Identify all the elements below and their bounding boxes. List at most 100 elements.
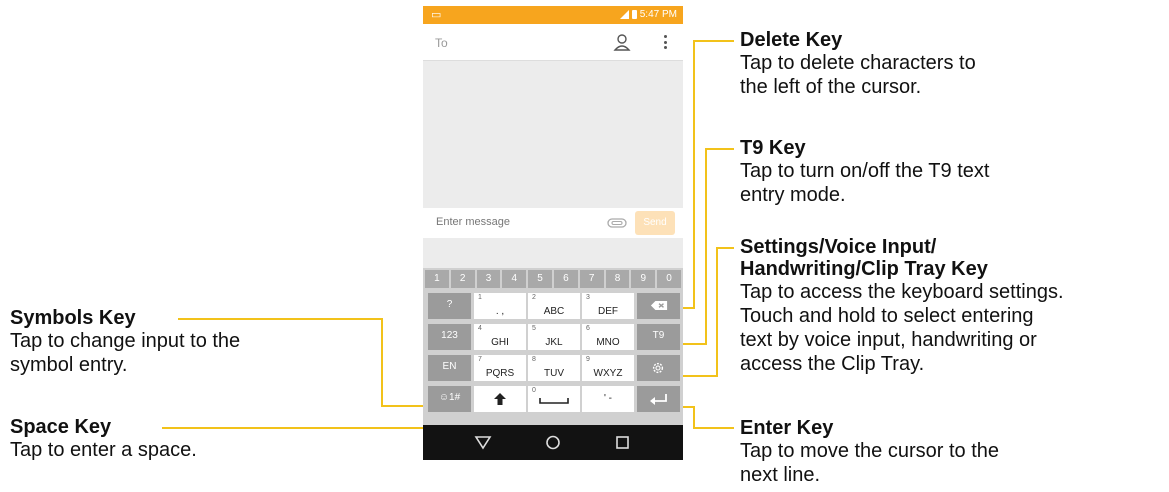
key-letters: GHI — [491, 337, 509, 348]
gear-icon — [652, 362, 664, 374]
callout-line-t9 — [706, 148, 734, 150]
key-9[interactable]: 9 WXYZ — [582, 355, 634, 381]
key-4[interactable]: 4 GHI — [474, 324, 526, 350]
key-label: ☺1# — [438, 392, 461, 403]
callout-enter-key: Enter Key Tap to move the cursor to the … — [740, 417, 999, 487]
callout-line-t9 — [705, 148, 707, 345]
key-label: EN — [442, 361, 457, 372]
key-letters: JKL — [545, 337, 563, 348]
message-input[interactable]: Enter message — [436, 216, 510, 228]
callout-line-symbols — [381, 318, 383, 406]
key-8[interactable]: 8 TUV — [528, 355, 580, 381]
number-key[interactable]: 4 — [502, 270, 527, 288]
status-bar: ▭ 5:47 PM — [423, 6, 683, 24]
number-key[interactable]: 6 — [553, 270, 578, 288]
back-icon[interactable] — [463, 425, 503, 460]
phone-screen: ▭ 5:47 PM To Enter message Send 1 2 3 4 … — [423, 6, 683, 460]
callout-description: Tap to turn on/off the T9 text entry mod… — [740, 160, 990, 206]
key-label: 123 — [441, 330, 458, 341]
number-row: 1 2 3 4 5 6 7 8 9 0 — [425, 270, 681, 288]
callout-title: Delete Key — [740, 29, 843, 51]
t9-key[interactable]: T9 — [637, 324, 680, 350]
number-key[interactable]: 9 — [631, 270, 656, 288]
shift-key[interactable] — [474, 386, 526, 412]
key-label: ' - — [603, 393, 613, 404]
number-key[interactable]: 0 — [657, 270, 681, 288]
settings-key[interactable] — [637, 355, 680, 381]
battery-icon — [631, 10, 637, 19]
more-options-icon[interactable] — [661, 33, 669, 51]
number-key[interactable]: 3 — [476, 270, 501, 288]
keyboard: 1 2 3 4 5 6 7 8 9 0 ? 1 . , 2 ABC 3 DEF 1… — [423, 268, 683, 425]
recent-apps-icon[interactable] — [603, 425, 643, 460]
recipient-bar: To — [423, 24, 683, 61]
language-key[interactable]: EN — [428, 355, 471, 381]
callout-line-settings — [716, 247, 718, 377]
key-letters: DEF — [598, 306, 618, 317]
callout-title: Enter Key — [740, 417, 834, 439]
key-3[interactable]: 3 DEF — [582, 293, 634, 319]
callout-line-delete — [693, 40, 695, 308]
callout-title: Space Key — [10, 416, 112, 438]
key-5[interactable]: 5 JKL — [528, 324, 580, 350]
callout-line-delete — [694, 40, 734, 42]
key-digit: 1 — [478, 294, 482, 301]
signal-icon — [619, 10, 629, 19]
key-letters: WXYZ — [593, 368, 623, 379]
key-digit: 0 — [532, 387, 536, 394]
key-letters: ABC — [543, 306, 565, 317]
callout-description: Tap to delete characters to the left of … — [740, 52, 976, 98]
key-letters: PQRS — [485, 368, 515, 379]
shift-arrow-icon — [494, 393, 506, 405]
number-key[interactable]: 7 — [579, 270, 604, 288]
recipient-field[interactable]: To — [435, 36, 448, 50]
attach-icon[interactable] — [607, 217, 627, 229]
question-key[interactable]: ? — [428, 293, 471, 319]
callout-description: Tap to move the cursor to the next line. — [740, 440, 1000, 486]
key-digit: 8 — [532, 356, 536, 363]
callout-title: Settings/Voice Input/ Handwriting/Clip T… — [740, 236, 988, 280]
callout-line-enter — [693, 406, 695, 428]
key-digit: 5 — [532, 325, 536, 332]
callout-line-settings — [717, 247, 734, 249]
key-digit: 3 — [586, 294, 590, 301]
symbols-key[interactable]: ☺1# — [428, 386, 471, 412]
key-digit: 7 — [478, 356, 482, 363]
message-thread-area — [423, 61, 683, 212]
callout-space-key: Space Key Tap to enter a space. — [10, 416, 197, 462]
spacer — [423, 238, 683, 268]
callout-description: Tap to change input to the symbol entry. — [10, 330, 241, 376]
key-7[interactable]: 7 PQRS — [474, 355, 526, 381]
number-mode-key[interactable]: 123 — [428, 324, 471, 350]
compose-bar: Enter message Send — [423, 208, 683, 238]
callout-title: T9 Key — [740, 137, 806, 159]
key-2[interactable]: 2 ABC — [528, 293, 580, 319]
key-letters: TUV — [544, 368, 564, 379]
number-key[interactable]: 8 — [605, 270, 630, 288]
status-time: 5:47 PM — [639, 9, 677, 20]
callout-title: Symbols Key — [10, 307, 136, 329]
key-letters: . , — [495, 306, 505, 317]
callout-symbols-key: Symbols Key Tap to change input to the s… — [10, 307, 240, 377]
space-key[interactable]: 0 — [528, 386, 580, 412]
callout-settings-key: Settings/Voice Input/ Handwriting/Clip T… — [740, 236, 1064, 376]
delete-key[interactable] — [637, 293, 680, 319]
number-key[interactable]: 2 — [450, 270, 475, 288]
key-6[interactable]: 6 MNO — [582, 324, 634, 350]
key-1[interactable]: 1 . , — [474, 293, 526, 319]
contact-icon[interactable] — [613, 33, 631, 51]
enter-arrow-icon — [650, 394, 667, 405]
key-digit: 2 — [532, 294, 536, 301]
send-button[interactable]: Send — [635, 211, 675, 235]
space-bar-icon — [539, 398, 569, 404]
number-key[interactable]: 1 — [425, 270, 449, 288]
home-icon[interactable] — [533, 425, 573, 460]
punctuation-key[interactable]: ' - — [582, 386, 634, 412]
enter-key[interactable] — [637, 386, 680, 412]
number-key[interactable]: 5 — [528, 270, 552, 288]
keyboard-diagram: Delete Key Tap to delete characters to t… — [0, 0, 1169, 492]
key-digit: 4 — [478, 325, 482, 332]
key-digit: 9 — [586, 356, 590, 363]
key-label: ? — [446, 299, 453, 310]
callout-line-symbols — [381, 405, 429, 407]
